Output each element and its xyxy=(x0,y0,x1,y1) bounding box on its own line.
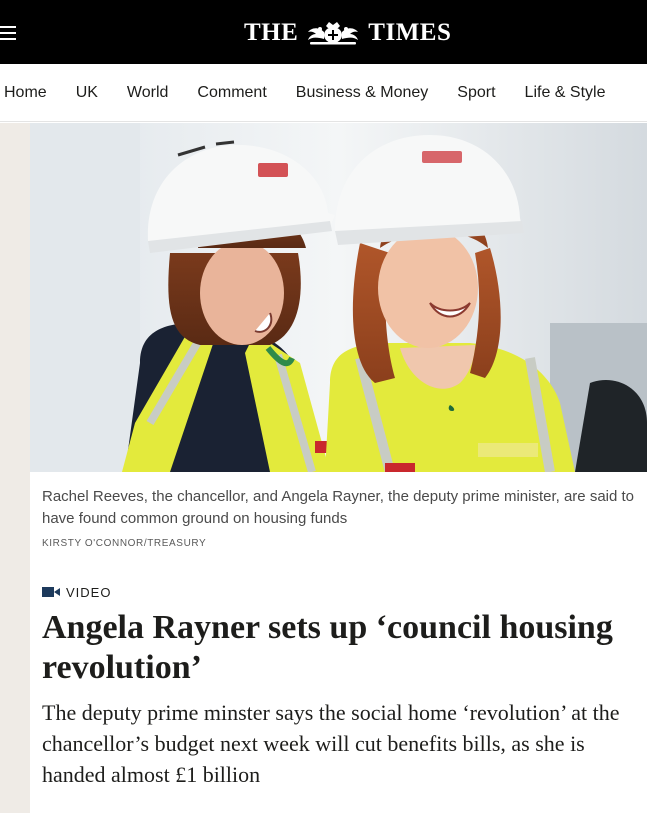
masthead-bar: THE TIMES xyxy=(0,0,647,64)
article-standfirst: The deputy prime minster says the social… xyxy=(42,700,620,787)
logo-text-the: THE xyxy=(244,19,299,46)
section-navigation: Home UK World Comment Business & Money S… xyxy=(0,64,647,122)
video-label-text: VIDEO xyxy=(66,584,112,600)
nav-item-comment[interactable]: Comment xyxy=(197,84,266,102)
photo-credit: KIRSTY O'CONNOR/TREASURY xyxy=(42,538,207,549)
hero-photo-illustration xyxy=(30,123,647,472)
nav-item-business-money[interactable]: Business & Money xyxy=(296,84,429,102)
article-headline[interactable]: Angela Rayner sets up ‘council housing r… xyxy=(42,608,642,688)
nav-item-uk[interactable]: UK xyxy=(76,84,98,102)
nav-item-sport[interactable]: Sport xyxy=(457,84,495,102)
the-times-logo[interactable]: THE TIMES xyxy=(244,18,451,48)
nav-item-world[interactable]: World xyxy=(127,84,169,102)
video-label: VIDEO xyxy=(42,584,112,600)
logo-text-times: TIMES xyxy=(368,19,452,46)
hamburger-menu-icon[interactable] xyxy=(0,26,16,40)
photo-caption: Rachel Reeves, the chancellor, and Angel… xyxy=(42,488,635,527)
nav-item-life-style[interactable]: Life & Style xyxy=(525,84,606,102)
nav-item-home[interactable]: Home xyxy=(4,84,47,102)
hero-photo[interactable] xyxy=(30,123,647,472)
video-camera-icon xyxy=(42,587,60,597)
royal-crest-icon xyxy=(308,22,359,45)
left-margin-strip xyxy=(0,123,30,813)
